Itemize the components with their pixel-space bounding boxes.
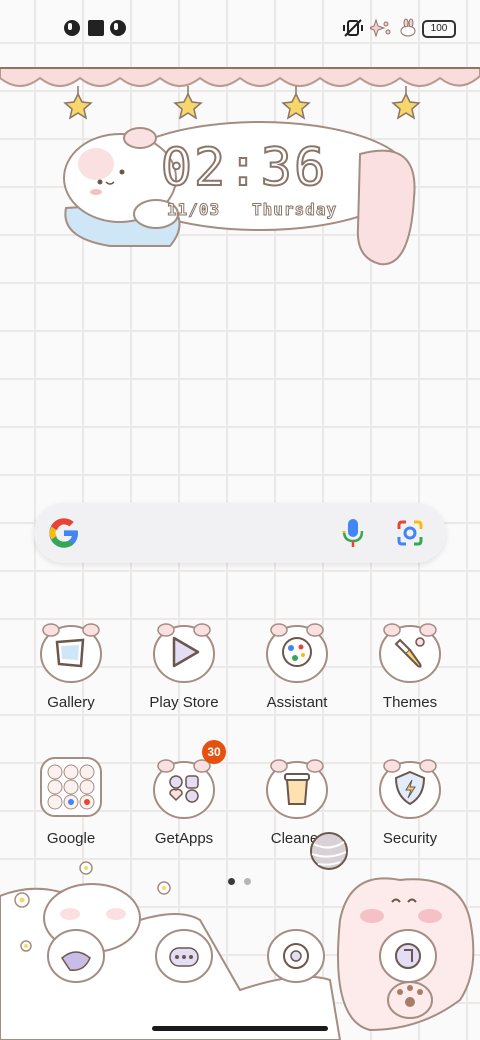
app-label: Security [382,830,438,847]
battery-level: 100 [430,23,448,34]
app-getapps[interactable]: GetApps [128,754,240,874]
notification-app-icon [64,20,80,36]
app-label: Google [46,830,96,847]
app-label: Play Store [149,694,219,711]
clock-weekday: Thursday [252,200,338,220]
sparkle-decoration-icon [370,18,391,38]
app-google-folder[interactable]: Google [15,754,127,874]
getapps-icon [153,759,215,819]
app-security[interactable]: Security [354,754,466,874]
vibrate-off-icon [343,19,363,37]
microphone-icon[interactable] [340,517,366,549]
clock-time: 02:36 [160,137,328,199]
google-search-bar[interactable] [34,503,446,563]
themes-icon [379,623,441,683]
app-gallery[interactable]: Gallery [15,618,127,738]
google-folder-icon [40,757,102,817]
google-g-icon [49,518,78,548]
gallery-icon [40,623,102,683]
clock-date-value: 11/03 [166,200,221,220]
app-label: Gallery [47,694,95,711]
app-themes[interactable]: Themes [354,618,466,738]
notification-app-icon [110,20,126,36]
bunny-decoration-icon [400,18,416,37]
notification-badge: 30 [202,740,226,764]
assistant-icon [266,623,328,683]
clock-widget[interactable]: 02:36 11/03 Thursday [60,118,420,270]
cleaner-icon [266,759,328,819]
cats-illustration [0,861,475,1040]
notification-square-icon [88,20,104,36]
app-play-store[interactable]: Play Store [128,618,240,738]
app-assistant[interactable]: Assistant [241,618,353,738]
play-store-icon [153,623,215,683]
google-lens-icon[interactable] [396,519,424,547]
app-label: Assistant [266,694,328,711]
security-icon [379,759,441,819]
home-gesture-bar[interactable] [152,1026,328,1031]
app-label: GetApps [154,830,214,847]
app-label: Themes [382,694,438,711]
garland-decoration [0,67,480,120]
battery-icon: 100 [422,20,456,38]
clock-date: 11/03 Thursday [164,200,340,220]
